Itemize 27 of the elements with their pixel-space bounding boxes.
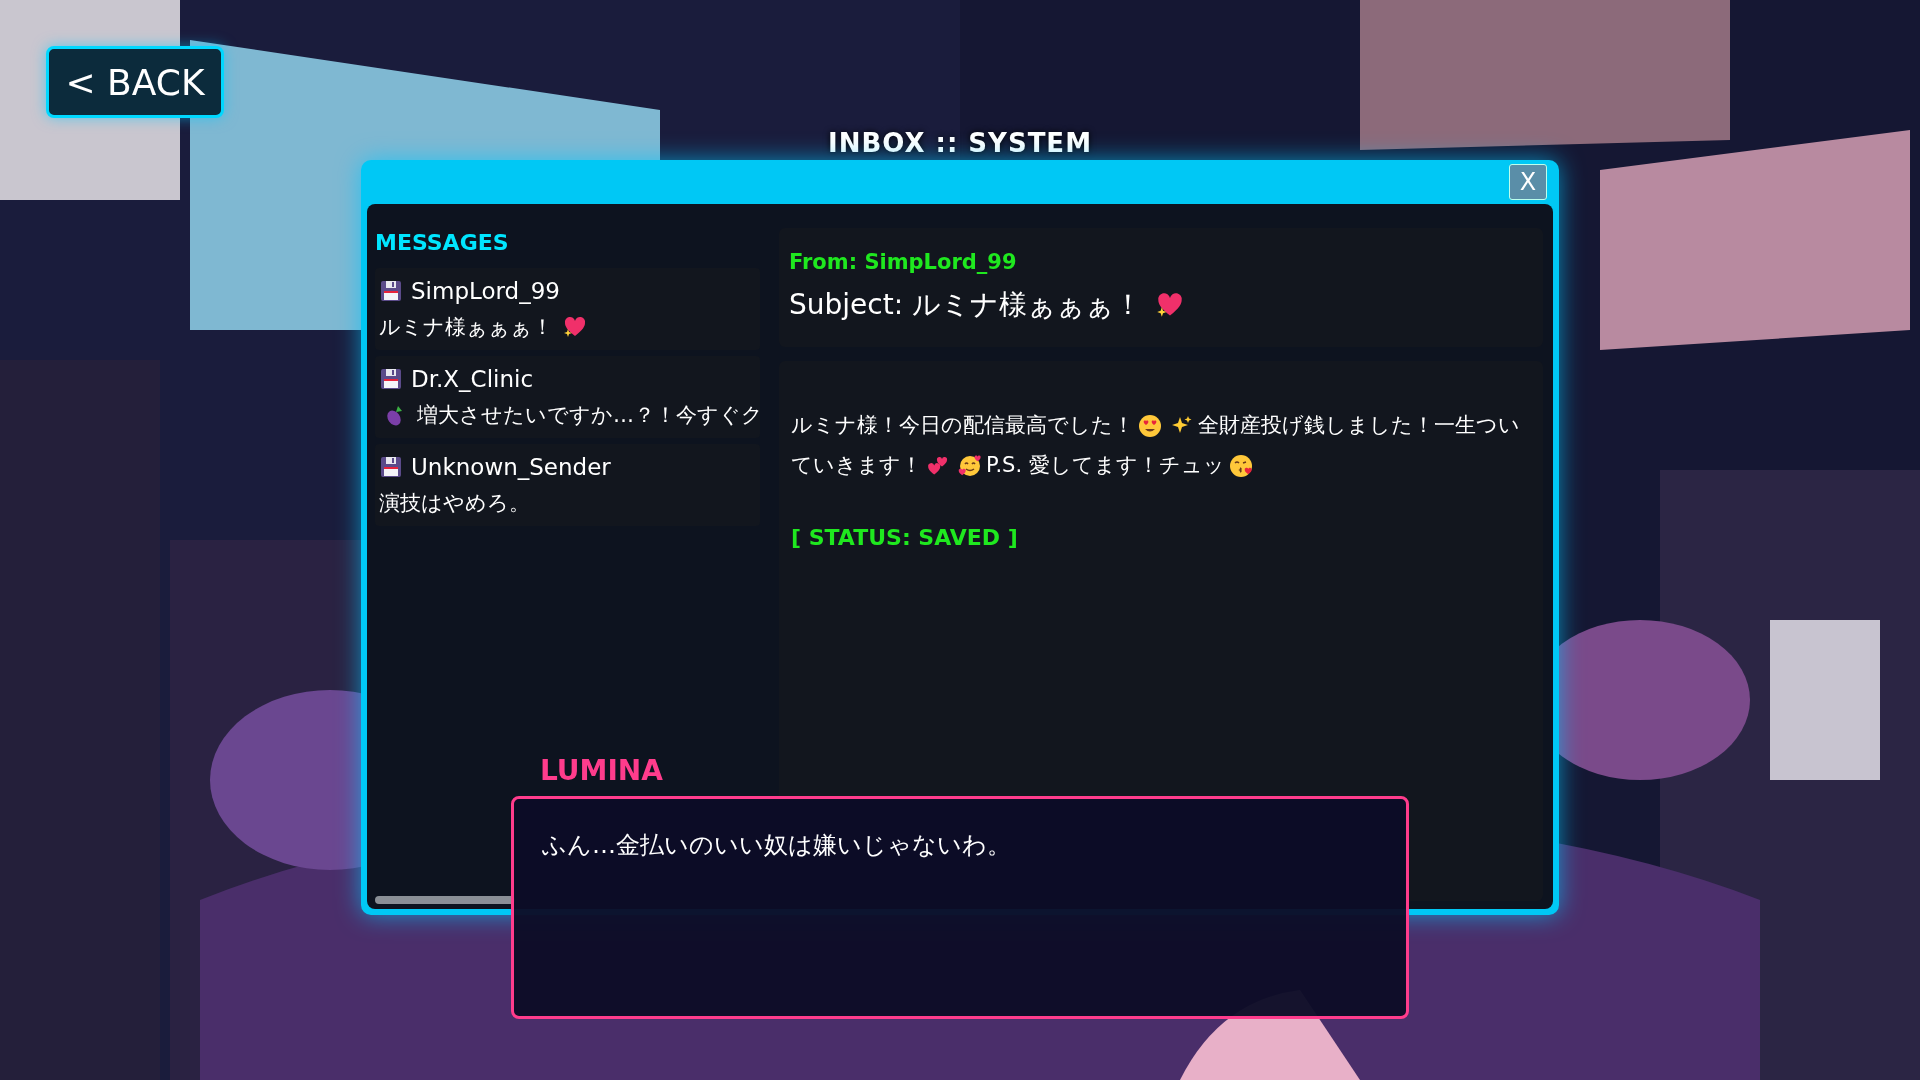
message-list-item[interactable]: Dr.X_Clinic 増大させたいですか…？！今すぐク xyxy=(375,356,760,438)
message-text: P.S. 愛してます！チュッ xyxy=(986,453,1225,477)
speaker-name: LUMINA xyxy=(540,754,663,787)
message-list-item[interactable]: SimpLord_99 ルミナ様ぁぁぁ！ xyxy=(375,268,760,350)
status-label: [ STATUS: SAVED ] xyxy=(791,525,1019,550)
face-with-hearts-icon xyxy=(958,454,982,478)
heart-eyes-face-icon xyxy=(1138,414,1162,438)
close-button[interactable]: X xyxy=(1509,164,1547,200)
kissing-face-icon xyxy=(1228,454,1253,478)
dialogue-text: ふん…金払いのいい奴は嫌いじゃないわ。 xyxy=(542,830,1012,861)
sender-line: From: SimpLord_99 xyxy=(789,250,1018,274)
sparkling-heart-icon xyxy=(1156,291,1184,319)
message-list-item[interactable]: Unknown_Sender 演技はやめろ。 xyxy=(375,444,760,526)
message-preview: ルミナ様ぁぁぁ！ xyxy=(379,314,553,341)
message-preview: 演技はやめろ。 xyxy=(379,490,530,517)
message-text: 全財産投げ銭しました！一生つい xyxy=(1198,413,1520,437)
sender-name: Unknown_Sender xyxy=(411,454,611,480)
sparkling-heart-icon xyxy=(563,315,587,339)
message-text: ていきます！ xyxy=(791,453,922,477)
messages-heading: MESSAGES xyxy=(375,229,510,257)
message-text: ルミナ様！今日の配信最高でした！ xyxy=(791,413,1134,437)
subject-line: Subject: ルミナ様ぁぁぁ！ xyxy=(789,287,1142,323)
sender-name: SimpLord_99 xyxy=(411,278,560,304)
window-title: INBOX :: SYSTEM xyxy=(828,128,1092,158)
back-button[interactable]: < BACK xyxy=(46,46,224,118)
sender-name: Dr.X_Clinic xyxy=(411,366,534,392)
message-preview: 増大させたいですか…？！今すぐク xyxy=(417,402,763,429)
